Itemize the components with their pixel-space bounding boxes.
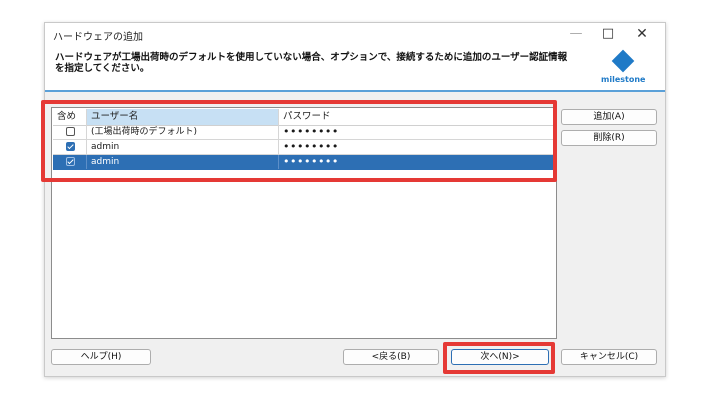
delete-button[interactable]: 削除(R) (561, 130, 657, 146)
maximize-button[interactable]: □ (595, 25, 621, 43)
dialog-header: ハードウェアが工場出荷時のデフォルトを使用していない場合、オプションで、接続する… (45, 45, 665, 91)
back-button[interactable]: <戻る(B) (343, 349, 439, 365)
highlight-credentials-box (41, 100, 557, 182)
cancel-button[interactable]: キャンセル(C) (561, 349, 657, 365)
help-button[interactable]: ヘルプ(H) (51, 349, 151, 365)
header-divider (45, 90, 665, 92)
milestone-logo-text: milestone (601, 75, 646, 84)
milestone-logo-icon (611, 49, 635, 73)
instruction-text: ハードウェアが工場出荷時のデフォルトを使用していない場合、オプションで、接続する… (55, 52, 568, 74)
add-button[interactable]: 追加(A) (561, 109, 657, 125)
highlight-next-box (443, 342, 555, 374)
title-bar: ハードウェアの追加 — □ ✕ (45, 23, 665, 45)
add-hardware-dialog: ハードウェアの追加 — □ ✕ ハードウェアが工場出荷時のデフォルトを使用してい… (44, 22, 666, 377)
window-title: ハードウェアの追加 (53, 32, 143, 43)
close-button[interactable]: ✕ (629, 25, 655, 43)
minimize-button[interactable]: — (563, 25, 589, 43)
